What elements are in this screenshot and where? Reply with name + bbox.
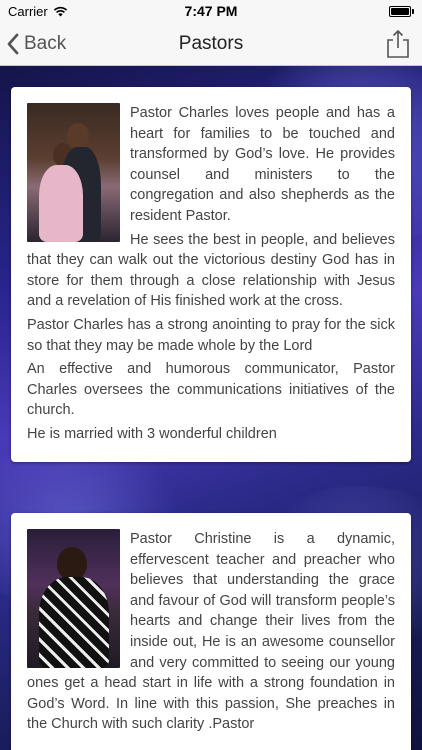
pastor-photo-christine — [27, 529, 120, 668]
pastor-photo-charles — [27, 103, 120, 242]
share-button[interactable] — [384, 29, 412, 59]
status-bar: Carrier 7:47 PM — [0, 0, 422, 22]
pastor-card-charles: Pastor Charles loves people and has a he… — [11, 87, 411, 462]
back-button[interactable]: Back — [6, 22, 66, 66]
pastor-bio-paragraph: An effective and humorous communicator, … — [27, 361, 395, 419]
carrier-label: Carrier — [8, 3, 48, 19]
pastor-card-christine: Pastor Christine is a dynamic, effervesc… — [11, 513, 411, 750]
pastor-bio-paragraph: He is married with 3 wonderful children — [27, 425, 277, 442]
share-icon — [387, 30, 409, 58]
battery-icon — [389, 5, 414, 17]
back-label: Back — [24, 33, 67, 54]
pastor-bio-paragraph: Pastor Charles has a strong anointing to… — [27, 316, 395, 354]
status-left: Carrier — [8, 4, 68, 19]
wifi-icon — [53, 6, 67, 16]
chevron-left-icon — [7, 33, 19, 55]
navigation-bar: Back Pastors — [0, 22, 422, 66]
content-area[interactable]: Pastor Charles loves people and has a he… — [0, 66, 422, 750]
